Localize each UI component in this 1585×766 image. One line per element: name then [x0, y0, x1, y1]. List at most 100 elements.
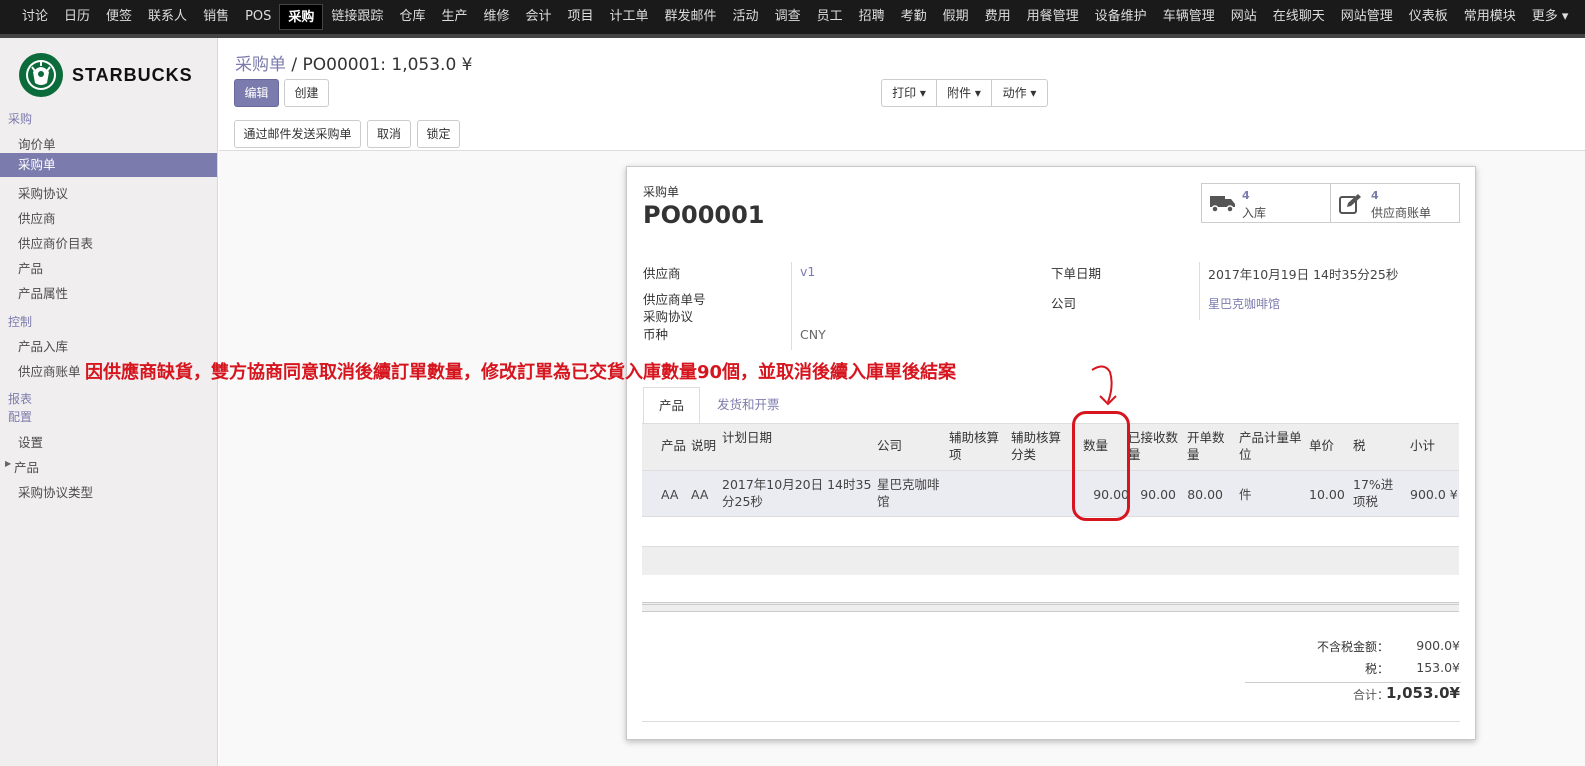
sidebar-item[interactable]: 供应商: [18, 208, 56, 227]
column-header[interactable]: 税: [1353, 437, 1403, 454]
top-menu-item[interactable]: 日历: [56, 4, 98, 30]
table-cell: AA: [691, 487, 709, 502]
column-header[interactable]: 开单数量: [1187, 429, 1232, 463]
top-menu-item[interactable]: 讨论: [14, 4, 56, 30]
top-menu-item[interactable]: 群发邮件: [657, 4, 725, 30]
top-menu-item[interactable]: 计工单: [602, 4, 657, 30]
top-menu-item[interactable]: 活动: [725, 4, 767, 30]
company-label: 公司: [1051, 296, 1077, 311]
sidebar-item[interactable]: 供应商账单: [18, 361, 81, 380]
table-cell: 17%进项税: [1353, 477, 1394, 509]
top-menu-item[interactable]: 考勤: [893, 4, 935, 30]
tab-delivery-invoicing[interactable]: 发货和开票: [717, 387, 780, 425]
top-menu-item[interactable]: 招聘: [851, 4, 893, 30]
table-cell: 星巴克咖啡馆: [877, 477, 940, 509]
column-header[interactable]: 计划日期: [722, 429, 872, 446]
print-dropdown[interactable]: 打印 ▾: [881, 79, 937, 107]
top-menu-item[interactable]: 网站: [1223, 4, 1265, 30]
tab-products[interactable]: 产品: [643, 387, 700, 425]
breadcrumb-parent[interactable]: 采购单: [235, 55, 286, 75]
top-menu-item[interactable]: 联系人: [140, 4, 195, 30]
top-menu-item[interactable]: 常用模块: [1456, 4, 1524, 30]
top-menu-item[interactable]: 生产: [433, 4, 475, 30]
top-menu-item[interactable]: 车辆管理: [1155, 4, 1223, 30]
annotation-note: 因供應商缺貨，雙方協商同意取消後續訂單數量，修改訂單為已交貨入庫數量90個，並取…: [85, 362, 957, 383]
top-menu-item[interactable]: 销售: [195, 4, 237, 30]
top-menu-item[interactable]: 员工: [809, 4, 851, 30]
company-value[interactable]: 星巴克咖啡馆: [1208, 295, 1280, 312]
tax-value: 153.0¥: [1416, 660, 1460, 675]
untaxed-value: 900.0¥: [1416, 638, 1460, 653]
cancel-button[interactable]: 取消: [367, 120, 411, 148]
top-menu-item[interactable]: 假期: [935, 4, 977, 30]
sidebar-item[interactable]: 设置: [18, 432, 43, 451]
vendor-bills-count: 4: [1371, 189, 1379, 202]
top-menu-item[interactable]: 仓库: [391, 4, 433, 30]
receipts-smart-button[interactable]: 4 入库: [1201, 183, 1331, 223]
sidebar-item[interactable]: 采购协议类型: [18, 482, 93, 501]
lock-button[interactable]: 锁定: [417, 120, 460, 148]
column-header[interactable]: 已接收数量: [1128, 429, 1178, 463]
top-menu-item[interactable]: POS: [237, 4, 279, 30]
top-menu-item[interactable]: 会计: [517, 4, 559, 30]
top-menu-item[interactable]: 链接跟踪: [323, 4, 391, 30]
column-header[interactable]: 辅助核算分类: [1011, 429, 1071, 463]
vendor-value[interactable]: v1: [800, 264, 815, 279]
create-button[interactable]: 创建: [284, 79, 329, 107]
top-menu-item[interactable]: 仪表板: [1401, 4, 1456, 30]
top-menu-item[interactable]: 设备维护: [1087, 4, 1155, 30]
column-header[interactable]: 公司: [877, 437, 945, 454]
column-header[interactable]: 辅助核算项: [949, 429, 1007, 463]
top-menu-item[interactable]: 便签: [98, 4, 140, 30]
column-header[interactable]: 产品: [661, 437, 687, 454]
top-menu-item[interactable]: 项目: [560, 4, 602, 30]
top-menu-bar: 讨论 日历 便签 联系人 销售 POS 采购 链接跟踪 仓库 生产 维修 会计 项目 计工单 群发邮件 活动调…: [0, 0, 1585, 38]
top-menu-item[interactable]: 调查: [767, 4, 809, 30]
truck-icon: [1210, 196, 1235, 213]
document-name: PO00001: [643, 201, 765, 229]
top-menu-item[interactable]: 在线聊天: [1265, 4, 1333, 30]
table-footer: [642, 546, 1459, 575]
table-cell: 900.0 ¥: [1410, 487, 1458, 502]
action-dropdown[interactable]: 动作 ▾: [991, 79, 1048, 107]
sidebar: STARBUCKS 采购 询价单 采购单 采购协议 供应商 供应商价目表 产品 产品属性 控制产…: [0, 38, 218, 766]
status-bar: 通过邮件发送采购单 取消 锁定: [219, 113, 1585, 151]
untaxed-label: 不含税金额：: [1316, 640, 1389, 654]
table-cell: 80.00: [1187, 487, 1223, 502]
top-menu-item[interactable]: 采购: [279, 4, 324, 30]
table-cell: AA: [661, 487, 679, 502]
starbucks-logo-icon: [19, 53, 63, 97]
currency-value[interactable]: CNY: [800, 327, 826, 342]
vendor-bills-smart-button[interactable]: 4 供应商账单: [1330, 183, 1460, 223]
column-header[interactable]: 小计: [1410, 437, 1458, 454]
order-date-value[interactable]: 2017年10月19日 14时35分25秒: [1208, 264, 1398, 283]
sidebar-item[interactable]: 产品属性: [18, 283, 68, 302]
top-menu-item[interactable]: 维修: [475, 4, 517, 30]
top-menu-item[interactable]: 更多 ▾: [1524, 4, 1577, 30]
sidebar-item[interactable]: 询价单: [18, 134, 56, 153]
top-menu-item[interactable]: 用餐管理: [1019, 4, 1087, 30]
attachment-dropdown[interactable]: 附件 ▾: [936, 79, 992, 107]
column-header[interactable]: 说明: [691, 437, 717, 454]
table-cell: 90.00: [1140, 487, 1176, 502]
sidebar-section-title: 配置: [8, 410, 33, 424]
column-header[interactable]: 单价: [1309, 437, 1347, 454]
top-menu-item[interactable]: 费用: [977, 4, 1019, 30]
document-type: 采购单: [643, 185, 680, 199]
send-email-button[interactable]: 通过邮件发送采购单: [234, 120, 361, 148]
sidebar-section-title: 报表: [8, 392, 33, 406]
sidebar-item[interactable]: 产品: [18, 258, 43, 277]
sidebar-item[interactable]: 供应商价目表: [18, 233, 93, 252]
company-logo[interactable]: STARBUCKS: [18, 52, 193, 98]
sidebar-item[interactable]: 产品: [14, 457, 39, 476]
edit-button[interactable]: 编辑: [234, 79, 279, 107]
sidebar-item[interactable]: 产品入库: [18, 336, 68, 355]
table-cell: 10.00: [1309, 487, 1345, 502]
vendor-label: 供应商: [643, 266, 681, 281]
annotation-arrow-icon: [1091, 365, 1117, 406]
column-header[interactable]: 产品计量单位: [1239, 429, 1304, 463]
top-menu-item[interactable]: 网站管理: [1333, 4, 1401, 30]
sidebar-item[interactable]: 采购协议: [18, 183, 68, 202]
expand-caret-icon[interactable]: ▶: [5, 459, 11, 468]
sidebar-item[interactable]: 采购单: [0, 153, 217, 177]
